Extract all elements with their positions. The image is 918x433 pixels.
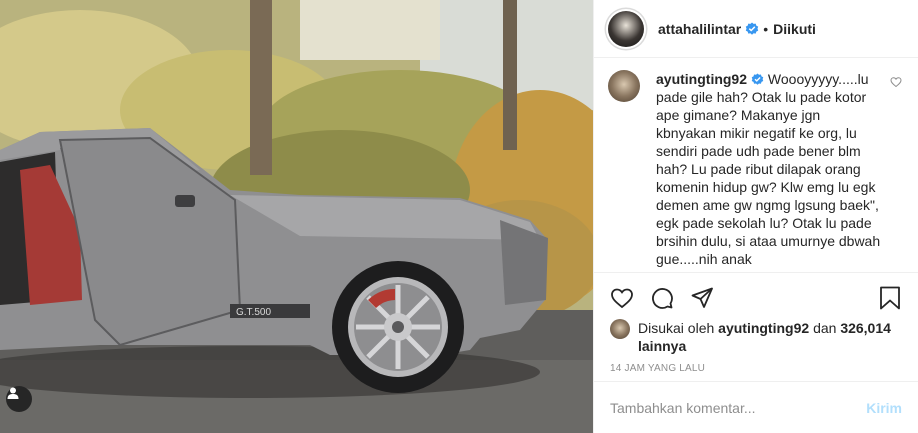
post-comment-button[interactable]: Kirim: [866, 400, 902, 416]
likes-text: Disukai oleh ayutingting92 dan 326,014 l…: [638, 319, 904, 355]
comment-input[interactable]: [610, 399, 867, 416]
person-icon: [7, 387, 19, 399]
heart-icon: [611, 288, 633, 309]
commenter-avatar[interactable]: [608, 70, 640, 102]
author-username[interactable]: attahalilintar: [658, 21, 741, 37]
save-button[interactable]: [870, 279, 910, 317]
follow-status-button[interactable]: Diikuti: [773, 21, 816, 37]
likes-summary: Disukai oleh ayutingting92 dan 326,014 l…: [594, 317, 918, 355]
add-comment-bar: Kirim: [594, 381, 918, 433]
share-button[interactable]: [682, 279, 722, 317]
verified-badge-icon: [746, 22, 759, 35]
like-button[interactable]: [602, 279, 642, 317]
post-side-panel: attahalilintar • Diikuti ayutingting92 W…: [593, 0, 918, 433]
comment-text: ayutingting92 Woooyyyyy.....lu pade gile…: [656, 70, 882, 272]
liker-username[interactable]: ayutingting92: [718, 320, 809, 336]
action-bar: [594, 279, 918, 317]
likes-prefix: Disukai oleh: [638, 320, 715, 336]
car-photo: G.T.500: [0, 0, 593, 433]
separator-dot: •: [763, 20, 769, 37]
comment-body: Woooyyyyy.....lu pade gile hah? Otak lu …: [656, 71, 881, 267]
svg-text:G.T.500: G.T.500: [236, 307, 271, 318]
comment-bubble-icon: [652, 288, 673, 309]
post-container: G.T.500 attahalilintar • Diikuti ayuting…: [0, 0, 918, 433]
verified-badge-icon: [751, 73, 764, 85]
post-image[interactable]: G.T.500: [0, 0, 593, 433]
user-tag-icon[interactable]: [6, 386, 32, 412]
paper-plane-icon: [691, 287, 713, 308]
liker-avatar[interactable]: [610, 319, 630, 339]
post-timestamp[interactable]: 14 JAM YANG LALU: [594, 355, 918, 379]
author-avatar[interactable]: [608, 10, 644, 47]
comments-section: ayutingting92 Woooyyyyy.....lu pade gile…: [594, 58, 918, 273]
comment-like-heart-icon[interactable]: [890, 76, 902, 88]
likes-middle: dan: [813, 320, 837, 336]
commenter-username[interactable]: ayutingting92: [656, 71, 747, 87]
bookmark-icon: [880, 286, 900, 310]
comment-button[interactable]: [642, 279, 682, 317]
post-header: attahalilintar • Diikuti: [594, 0, 918, 58]
